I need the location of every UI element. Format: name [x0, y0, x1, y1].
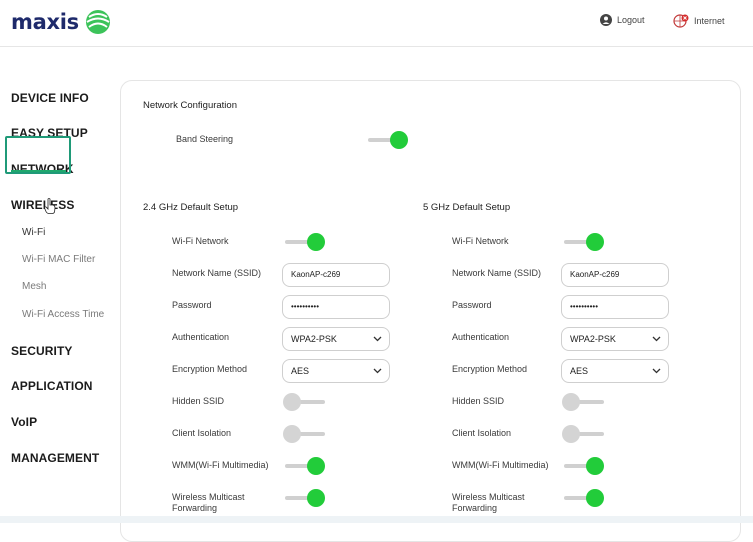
brand-name: maxis [11, 10, 79, 34]
band-steering-label: Band Steering [176, 134, 234, 144]
band5-multicast-label: Wireless Multicast Forwarding [452, 492, 525, 514]
internet-label: Internet [694, 16, 725, 26]
band24-hidden-ssid-toggle[interactable] [283, 393, 327, 411]
bottom-strip [0, 516, 753, 523]
sidebar: DEVICE INFO EASY SETUP NETWORK WIRELESS … [0, 47, 118, 523]
chevron-down-icon [373, 336, 382, 342]
band24-multicast-label-line2: Forwarding [172, 503, 218, 513]
band5-multicast-label-line1: Wireless Multicast [452, 492, 525, 502]
wireless-highlight-box [5, 136, 71, 174]
band24-encryption-select[interactable]: AES [282, 359, 390, 383]
band5-ssid-input[interactable]: KaonAP-c269 [561, 263, 669, 287]
band24-encryption-label: Encryption Method [172, 364, 248, 374]
user-icon [600, 14, 612, 26]
band24-multicast-label: Wireless Multicast Forwarding [172, 492, 245, 514]
band5-wmm-label: WMM(Wi-Fi Multimedia) [452, 460, 549, 470]
band5-encryption-select[interactable]: AES [561, 359, 669, 383]
band5-hidden-ssid-label: Hidden SSID [452, 396, 505, 406]
sidebar-subitem-wifi-mac-filter[interactable]: Wi-Fi MAC Filter [22, 254, 95, 265]
sidebar-subitem-mesh[interactable]: Mesh [22, 281, 46, 292]
band5-wifi-network-label: Wi-Fi Network [452, 236, 509, 246]
active-underline [11, 170, 66, 172]
sidebar-item-voip[interactable]: VoIP [11, 415, 37, 429]
band5-multicast-label-line2: Forwarding [452, 503, 498, 513]
maxis-swirl-icon [85, 10, 110, 34]
band24-title: 2.4 GHz Default Setup [143, 202, 239, 213]
band24-password-label: Password [172, 300, 212, 310]
band5-multicast-toggle[interactable] [562, 489, 606, 507]
band5-hidden-ssid-toggle[interactable] [562, 393, 606, 411]
band24-hidden-ssid-label: Hidden SSID [172, 396, 225, 406]
band24-wifi-network-toggle[interactable] [283, 233, 327, 251]
band24-auth-label: Authentication [172, 332, 230, 342]
chevron-down-icon [652, 368, 661, 374]
band5-password-input[interactable]: •••••••••• [561, 295, 669, 319]
sidebar-subitem-wifi-access-time[interactable]: Wi-Fi Access Time [22, 309, 104, 320]
sidebar-item-application[interactable]: APPLICATION [11, 379, 93, 393]
internet-status[interactable]: Internet [673, 14, 725, 28]
band24-encryption-value: AES [291, 366, 310, 376]
band24-multicast-label-line1: Wireless Multicast [172, 492, 245, 502]
sidebar-item-management[interactable]: MANAGEMENT [11, 451, 99, 465]
band5-auth-select[interactable]: WPA2-PSK [561, 327, 669, 351]
band24-ssid-input[interactable]: KaonAP-c269 [282, 263, 390, 287]
band5-password-label: Password [452, 300, 492, 310]
band24-auth-select[interactable]: WPA2-PSK [282, 327, 390, 351]
sidebar-item-wireless[interactable]: WIRELESS [11, 198, 74, 212]
network-config-title: Network Configuration [143, 100, 237, 111]
band5-wmm-toggle[interactable] [562, 457, 606, 475]
band24-multicast-toggle[interactable] [283, 489, 327, 507]
band5-ssid-label: Network Name (SSID) [452, 268, 542, 278]
band24-ssid-label: Network Name (SSID) [172, 268, 262, 278]
band24-wmm-toggle[interactable] [283, 457, 327, 475]
logout-button[interactable]: Logout [600, 14, 645, 26]
band24-wifi-network-label: Wi-Fi Network [172, 236, 229, 246]
band5-encryption-value: AES [570, 366, 589, 376]
band5-encryption-label: Encryption Method [452, 364, 528, 374]
band5-wifi-network-toggle[interactable] [562, 233, 606, 251]
band5-client-isolation-label: Client Isolation [452, 428, 512, 438]
hand-cursor-icon [44, 198, 56, 214]
band24-password-input[interactable]: •••••••••• [282, 295, 390, 319]
band5-auth-value: WPA2-PSK [570, 334, 616, 344]
band24-auth-value: WPA2-PSK [291, 334, 337, 344]
band5-client-isolation-toggle[interactable] [562, 425, 606, 443]
sidebar-subitem-wifi[interactable]: Wi-Fi [22, 227, 45, 238]
band-steering-toggle[interactable] [366, 131, 410, 149]
chevron-down-icon [652, 336, 661, 342]
top-header: maxis Logout Internet [0, 0, 753, 47]
maxis-logo[interactable]: maxis [11, 7, 113, 37]
sidebar-item-device-info[interactable]: DEVICE INFO [11, 91, 89, 105]
band24-client-isolation-label: Client Isolation [172, 428, 232, 438]
band24-wmm-label: WMM(Wi-Fi Multimedia) [172, 460, 269, 470]
logout-label: Logout [617, 15, 645, 25]
chevron-down-icon [373, 368, 382, 374]
band5-auth-label: Authentication [452, 332, 510, 342]
globe-error-icon [673, 14, 689, 28]
band24-client-isolation-toggle[interactable] [283, 425, 327, 443]
sidebar-item-security[interactable]: SECURITY [11, 344, 72, 358]
band5-title: 5 GHz Default Setup [423, 202, 511, 213]
